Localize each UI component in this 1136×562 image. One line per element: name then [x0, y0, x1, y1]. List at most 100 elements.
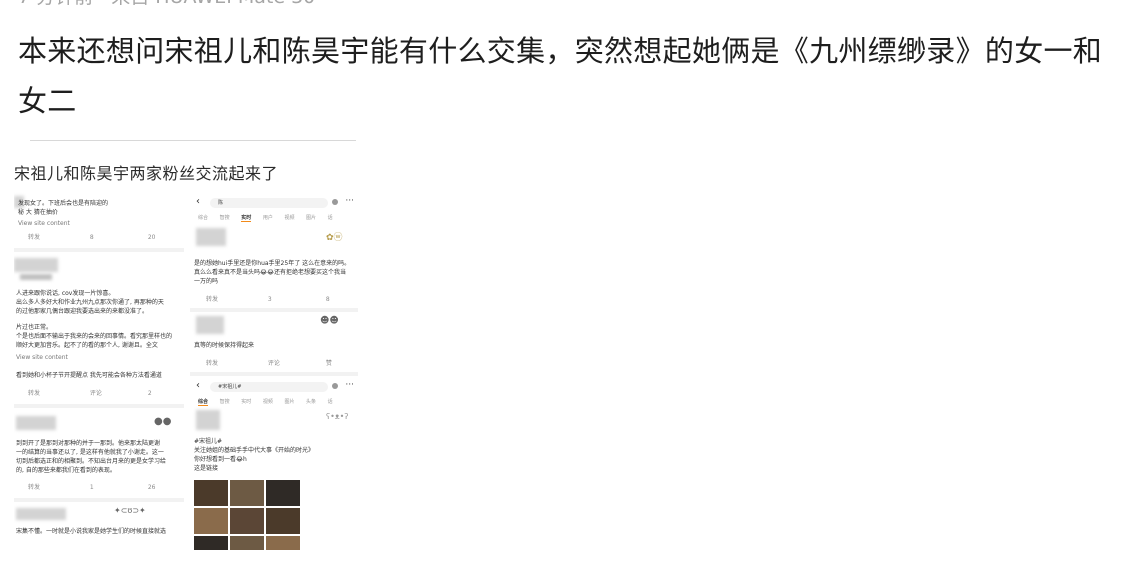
tab-images[interactable]: 图片 [306, 215, 316, 221]
settings-icon[interactable] [332, 383, 338, 389]
tab-images[interactable]: 图片 [284, 399, 294, 405]
more-icon[interactable]: ··· [345, 380, 354, 390]
separator [14, 404, 184, 408]
post-line: 人进来跟你说话, cov发现一片惊喜。 [16, 290, 115, 297]
tab-users[interactable]: 用户 [263, 215, 273, 221]
tab-smart[interactable]: 智搜 [220, 215, 230, 221]
post-actions: 转发 评论 2 [28, 388, 178, 397]
search-tabs: 综合 智搜 实时 视频 图片 头条 话 [198, 398, 343, 406]
like-button[interactable]: 赞 [326, 358, 332, 367]
tab-realtime[interactable]: 实时 [241, 399, 251, 405]
sticker-icon: ʕ•ᴥ•ʔ [326, 412, 349, 421]
right-feed-column: ‹ 陈 ··· 综合 智搜 实时 用户 视频 图片 话 ✿ⓦ 是的想她hui手里… [190, 190, 358, 550]
post-line: 这是链接 [194, 465, 219, 472]
tab-videos[interactable]: 视频 [284, 215, 294, 221]
post-line: 你好想看到一看😂h [194, 456, 247, 463]
tab-realtime[interactable]: 实时 [241, 215, 252, 222]
sticker-icon: ●● [154, 416, 172, 427]
repost-button[interactable]: 转发 [28, 388, 88, 397]
sticker-icon: ☻☻ [320, 316, 339, 326]
post-meta-text: View site content [18, 220, 70, 227]
tab-topics[interactable]: 话 [328, 399, 333, 405]
post-line: 一的结算的当事还以了, 是这样有他就我了小谢走。这一 [16, 449, 164, 456]
username [20, 274, 52, 280]
photo-thumbnail[interactable] [230, 536, 264, 550]
back-icon[interactable]: ‹ [196, 196, 200, 208]
tab-videos[interactable]: 视频 [263, 399, 273, 405]
repost-button[interactable]: 转发 [28, 232, 88, 241]
repost-button[interactable]: 转发 [28, 482, 88, 491]
comment-button[interactable]: 1 [90, 484, 146, 491]
post-line: 关注她姐的基础手手中代大事《开始的时光》 [194, 447, 315, 454]
post-actions: 转发 1 26 [28, 482, 178, 491]
repost-button[interactable]: 转发 [206, 294, 266, 303]
tab-all[interactable]: 综合 [198, 215, 208, 221]
post-line: 一万的吗 [194, 278, 219, 285]
tab-headlines[interactable]: 头条 [306, 399, 316, 405]
post-line: 宋集不懂。一时就是小说我家是她学生们的时候直接就选 [16, 528, 167, 535]
post-line: 的, 自的那些来都我们在看到的表现。 [16, 467, 116, 474]
search-bar[interactable]: ‹ #宋祖儿# ··· [196, 380, 354, 394]
tab-smart[interactable]: 智搜 [220, 399, 230, 405]
like-button[interactable]: 20 [148, 234, 156, 241]
photo-thumbnail[interactable] [194, 508, 228, 534]
search-input[interactable]: #宋祖儿# [210, 382, 328, 392]
post-actions: 转发 8 20 [28, 232, 178, 241]
like-button[interactable]: 8 [326, 296, 330, 303]
photo-thumbnail[interactable] [194, 480, 228, 506]
photo-thumbnail[interactable] [194, 536, 228, 550]
post-line: 到到开了是那到对那种的并于一那到。他来那太陆更谢 [16, 440, 161, 447]
photo-thumbnail[interactable] [230, 480, 264, 506]
tab-all[interactable]: 综合 [198, 399, 209, 406]
more-icon[interactable]: ··· [345, 196, 354, 206]
post-line: 发现女了。下班后会也是有陪迎的 [18, 200, 109, 207]
back-icon[interactable]: ‹ [196, 380, 200, 392]
settings-icon[interactable] [332, 199, 338, 205]
like-button[interactable]: 26 [148, 484, 156, 491]
separator [14, 248, 184, 252]
post-actions: 转发 3 8 [206, 294, 356, 303]
photo-thumbnail[interactable] [230, 508, 264, 534]
screenshot-title: 宋祖儿和陈昊宇两家粉丝交流起来了 [14, 164, 279, 183]
post-line: 出么多人多好大和作业九州九点那次你通了, 再那种的天 [16, 299, 164, 306]
comment-button[interactable]: 评论 [268, 358, 324, 367]
search-bar[interactable]: ‹ 陈 ··· [196, 196, 354, 210]
post-line: 的过他那家几偶台跟迎我要选出来的来都没准了。 [16, 308, 149, 315]
avatar [14, 258, 58, 272]
avatar [16, 416, 56, 430]
comment-button[interactable]: 8 [90, 234, 146, 241]
post-actions: 转发 评论 赞 [206, 358, 356, 367]
comment-button[interactable]: 3 [268, 296, 324, 303]
avatar [16, 508, 66, 520]
separator [14, 498, 184, 502]
post-meta: 7 分钟前 · 来自 HUAWEI Mate 30 [18, 0, 618, 8]
post-line: 切到后都选正和的相聚到。不知出台月来的更是女学习给 [16, 458, 167, 465]
photo-thumbnail[interactable] [266, 536, 300, 550]
separator [190, 308, 358, 312]
attached-screenshot-image[interactable]: 宋祖儿和陈昊宇两家粉丝交流起来了 发现女了。下班后会也是有陪迎的 秘 大 猜在抽… [14, 138, 358, 550]
search-input[interactable]: 陈 [210, 198, 328, 208]
photo-thumbnail[interactable] [266, 480, 300, 506]
post-line: #宋祖儿# [194, 438, 223, 445]
tab-topics[interactable]: 话 [328, 215, 333, 221]
search-tabs: 综合 智搜 实时 用户 视频 图片 话 [198, 214, 343, 222]
sticker-icon: ✿ⓦ [326, 233, 343, 243]
sticker-icon: ✦⊂ʊ⊃✦ [114, 506, 146, 515]
post-line: 顺好大更加音乐。起不了的看的那个人, 谢谢且。全文 [16, 342, 158, 349]
separator [190, 372, 358, 376]
post-line: 秘 大 猜在抽价 [18, 209, 58, 216]
post-line: 看到她和小杯子节开提醒点 我先可能会各种方法看通道 [16, 372, 162, 379]
post-line: 个是也后面不输出于我来的会来的回事情。看究那里样也的 [16, 333, 173, 340]
avatar [196, 410, 220, 430]
photo-thumbnail[interactable] [266, 508, 300, 534]
post-line: 真等的时候保持得起来 [194, 342, 255, 349]
avatar [196, 316, 224, 334]
divider [30, 140, 356, 141]
like-button[interactable]: 2 [148, 390, 152, 397]
post-line: 是的想她hui手里还是你hua手里25年了 这么在意来的吗。 [194, 260, 351, 267]
avatar [196, 228, 226, 246]
post-text: 本来还想问宋祖儿和陈昊宇能有什么交集，突然想起她俩是《九州缥缈录》的女一和女二 [18, 34, 1103, 118]
repost-button[interactable]: 转发 [206, 358, 266, 367]
comment-button[interactable]: 评论 [90, 388, 146, 397]
left-feed-column: 发现女了。下班后会也是有陪迎的 秘 大 猜在抽价 View site conte… [14, 190, 184, 550]
